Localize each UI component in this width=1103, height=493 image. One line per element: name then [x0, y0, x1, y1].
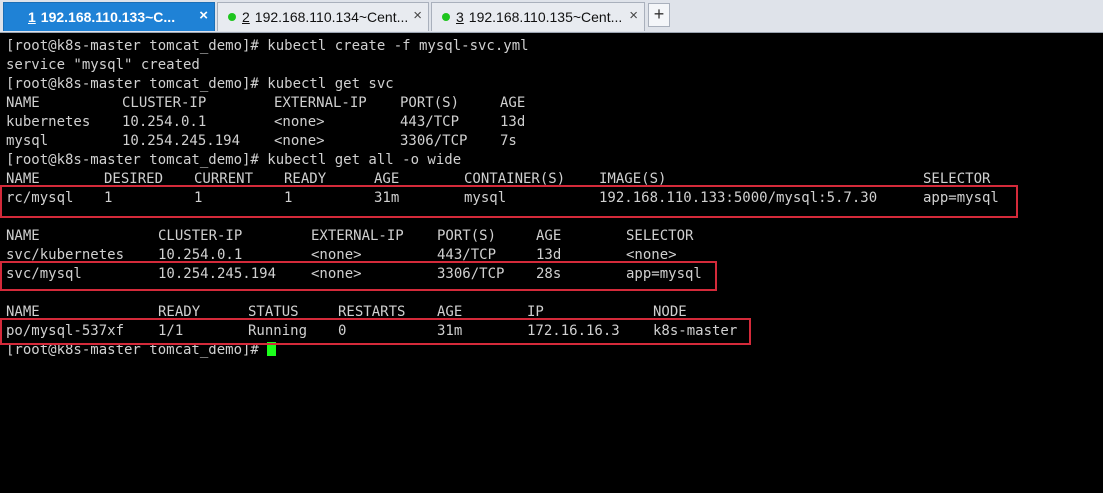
cell: AGE — [500, 95, 526, 111]
terminal-line: [root@k8s-master tomcat_demo]# kubectl g… — [6, 152, 462, 168]
connected-status-icon — [442, 13, 450, 21]
terminal-line: service "mysql" created — [6, 57, 200, 73]
highlight-box-rc — [0, 185, 1018, 218]
cell: 7s — [500, 133, 517, 149]
tab-title: 192.168.110.135~Cent... — [468, 9, 623, 25]
cell: NAME — [6, 95, 40, 111]
session-tab-2[interactable]: 2 192.168.110.134~Cent... × — [217, 2, 429, 31]
cell: EXTERNAL-IP — [311, 228, 404, 244]
cell: <none> — [274, 114, 325, 130]
tab-number: 3 — [456, 9, 464, 25]
cell: <none> — [274, 133, 325, 149]
terminal-line: [root@k8s-master tomcat_demo]# kubectl c… — [6, 38, 529, 54]
cell: SELECTOR — [626, 228, 694, 244]
close-icon[interactable]: × — [199, 7, 208, 24]
tab-number: 2 — [242, 9, 250, 25]
cell: AGE — [536, 228, 562, 244]
close-icon[interactable]: × — [629, 7, 638, 24]
cell: 13d — [500, 114, 526, 130]
session-tab-3[interactable]: 3 192.168.110.135~Cent... × — [431, 2, 645, 31]
cell: PORT(S) — [400, 95, 460, 111]
cell: CLUSTER-IP — [158, 228, 243, 244]
tab-title: 192.168.110.134~Cent... — [254, 9, 409, 25]
cell: EXTERNAL-IP — [274, 95, 367, 111]
cell: 10.254.0.1 — [122, 114, 207, 130]
tab-number: 1 — [28, 9, 36, 25]
session-tab-1[interactable]: 1 192.168.110.133~C... × — [3, 2, 215, 31]
cell: PORT(S) — [437, 228, 497, 244]
cell: 443/TCP — [400, 114, 460, 130]
svc2-header-row: NAME CLUSTER-IP EXTERNAL-IP PORT(S) AGE … — [6, 227, 1101, 246]
svc-row: kubernetes 10.254.0.1 <none> 443/TCP 13d — [6, 113, 1101, 132]
connected-status-icon — [228, 13, 236, 21]
tab-title: 192.168.110.133~C... — [40, 9, 176, 25]
cell: CLUSTER-IP — [122, 95, 207, 111]
new-tab-button[interactable]: + — [648, 3, 670, 27]
svc-row: mysql 10.254.245.194 <none> 3306/TCP 7s — [6, 132, 1101, 151]
svc-header-row: NAME CLUSTER-IP EXTERNAL-IP PORT(S) AGE — [6, 94, 1101, 113]
cell: mysql — [6, 133, 49, 149]
cell: NAME — [6, 228, 40, 244]
terminal-line: [root@k8s-master tomcat_demo]# kubectl g… — [6, 76, 394, 92]
cell: 3306/TCP — [400, 133, 468, 149]
cell: kubernetes — [6, 114, 91, 130]
cell: 10.254.245.194 — [122, 133, 241, 149]
close-icon[interactable]: × — [413, 7, 422, 24]
tab-bar: 1 192.168.110.133~C... × 2 192.168.110.134… — [0, 0, 1103, 33]
highlight-box-pod — [0, 318, 751, 345]
highlight-box-svc — [0, 261, 717, 291]
